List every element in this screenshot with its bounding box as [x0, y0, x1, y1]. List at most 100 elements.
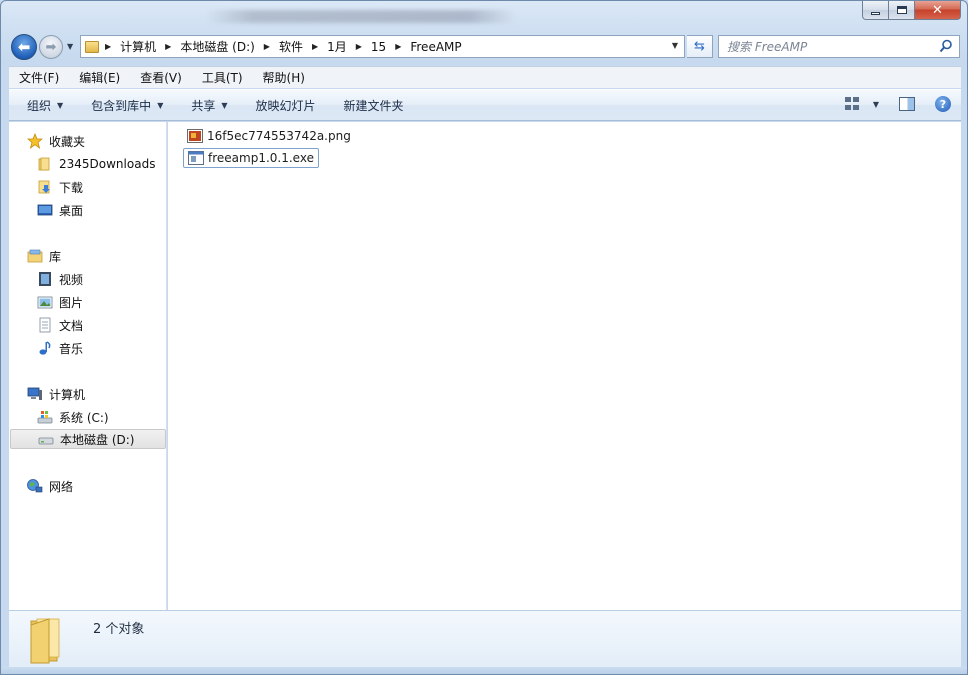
- explorer-window: ✕ ⬅ ➡ ▼ ▶ 计算机 ▶ 本地磁盘 (D:) ▶ 软件 ▶ 1月 ▶ 15…: [0, 0, 968, 675]
- sidebar-computer[interactable]: 计算机: [27, 384, 157, 404]
- include-in-library-label: 包含到库中: [91, 98, 152, 113]
- new-folder-button[interactable]: 新建文件夹: [330, 97, 418, 114]
- sidebar-network[interactable]: 网络: [27, 476, 157, 496]
- search-placeholder: 搜索 FreeAMP: [727, 40, 808, 54]
- sidebar-libraries-label: 库: [49, 249, 62, 264]
- sidebar-item-label: 2345Downloads: [59, 157, 156, 171]
- navigation-pane: 收藏夹 2345Downloads 下载 桌面 库 视频 图片 文档 音乐 计算…: [9, 122, 167, 610]
- slideshow-button[interactable]: 放映幻灯片: [242, 97, 330, 114]
- toolbar-right-group: ▼ ?: [844, 96, 951, 112]
- menu-help[interactable]: 帮助(H): [253, 69, 315, 86]
- organize-button[interactable]: 组织 ▼: [9, 97, 77, 114]
- search-icon[interactable]: [939, 39, 953, 53]
- include-in-library-button[interactable]: 包含到库中 ▼: [77, 97, 177, 114]
- breadcrumb-separator-icon[interactable]: ▶: [312, 42, 318, 51]
- folder-icon: [30, 618, 60, 664]
- share-button[interactable]: 共享 ▼: [177, 97, 241, 114]
- breadcrumb-drive-d[interactable]: 本地磁盘 (D:): [180, 38, 254, 55]
- file-name: 16f5ec774553742a.png: [207, 129, 351, 143]
- close-button[interactable]: ✕: [915, 1, 961, 20]
- documents-icon: [37, 317, 53, 333]
- minimize-button[interactable]: [862, 1, 889, 20]
- close-icon: ✕: [932, 2, 943, 18]
- network-icon: [27, 478, 43, 494]
- system-drive-icon: [37, 409, 53, 425]
- breadcrumb-separator-icon[interactable]: ▶: [264, 42, 270, 51]
- refresh-icon: ⇆: [694, 39, 705, 54]
- list-item[interactable]: freeamp1.0.1.exe: [183, 148, 319, 168]
- menu-view[interactable]: 查看(V): [130, 69, 192, 86]
- sidebar-item-music[interactable]: 音乐: [37, 338, 165, 358]
- back-button[interactable]: ⬅: [11, 34, 37, 60]
- refresh-button[interactable]: ⇆: [687, 35, 713, 58]
- sidebar-computer-label: 计算机: [49, 387, 86, 402]
- sidebar-item-label: 下载: [59, 180, 84, 195]
- exe-app-icon: [188, 151, 204, 165]
- star-icon: [27, 133, 43, 149]
- music-note-icon: [37, 340, 53, 356]
- sidebar-item-documents[interactable]: 文档: [37, 315, 165, 335]
- window-bottom-border: [1, 667, 967, 674]
- breadcrumb-separator-icon[interactable]: ▶: [165, 42, 171, 51]
- organize-label: 组织: [27, 98, 52, 113]
- item-count: 2 个对象: [93, 622, 145, 637]
- sidebar-item-label: 视频: [59, 272, 84, 287]
- breadcrumb-computer[interactable]: 计算机: [120, 38, 156, 55]
- sidebar-item-downloads[interactable]: 下载: [37, 177, 165, 197]
- downloads-folder-icon: [37, 179, 53, 195]
- breadcrumb-software[interactable]: 软件: [279, 38, 303, 55]
- folder-icon: [37, 156, 53, 172]
- sidebar-item-label: 文档: [59, 318, 84, 333]
- search-box[interactable]: 搜索 FreeAMP: [718, 35, 960, 58]
- sidebar-item-videos[interactable]: 视频: [37, 269, 165, 289]
- file-name: freeamp1.0.1.exe: [208, 151, 314, 165]
- details-pane: 2 个对象: [9, 610, 961, 667]
- list-item[interactable]: 16f5ec774553742a.png: [183, 126, 355, 146]
- sidebar-item-label: 本地磁盘 (D:): [60, 432, 135, 447]
- breadcrumb-separator-icon[interactable]: ▶: [356, 42, 362, 51]
- sidebar-item-local-disk-d[interactable]: 本地磁盘 (D:): [10, 429, 166, 449]
- share-label: 共享: [191, 98, 216, 113]
- png-image-icon: [187, 129, 203, 143]
- forward-button[interactable]: ➡: [39, 35, 63, 59]
- menu-tools[interactable]: 工具(T): [192, 69, 253, 86]
- sidebar-favorites-label: 收藏夹: [49, 134, 86, 149]
- view-options-chevron-icon[interactable]: ▼: [873, 100, 879, 109]
- change-view-icon[interactable]: [844, 97, 861, 111]
- desktop-icon: [37, 202, 53, 218]
- new-folder-label: 新建文件夹: [343, 98, 404, 113]
- breadcrumb-freeamp[interactable]: FreeAMP: [410, 40, 461, 54]
- recent-pages-dropdown[interactable]: ▼: [67, 42, 73, 51]
- maximize-button[interactable]: [889, 1, 915, 20]
- breadcrumb-separator-icon[interactable]: ▶: [105, 42, 111, 51]
- sidebar-item-2345downloads[interactable]: 2345Downloads: [37, 154, 165, 174]
- address-bar[interactable]: ▶ 计算机 ▶ 本地磁盘 (D:) ▶ 软件 ▶ 1月 ▶ 15 ▶ FreeA…: [80, 35, 685, 58]
- help-icon[interactable]: ?: [935, 96, 951, 112]
- breadcrumb-15[interactable]: 15: [371, 40, 386, 54]
- sidebar-item-pictures[interactable]: 图片: [37, 292, 165, 312]
- minimize-icon: [871, 12, 880, 15]
- file-list[interactable]: 16f5ec774553742a.png freeamp1.0.1.exe: [168, 122, 961, 610]
- back-arrow-icon: ⬅: [17, 38, 31, 56]
- slideshow-label: 放映幻灯片: [255, 98, 316, 113]
- window-controls: ✕: [862, 1, 961, 20]
- maximize-icon: [896, 6, 907, 14]
- sidebar-item-desktop[interactable]: 桌面: [37, 200, 165, 220]
- sidebar-network-label: 网络: [49, 479, 74, 494]
- preview-pane-icon[interactable]: [899, 97, 915, 111]
- address-history-dropdown-icon[interactable]: ▼: [672, 41, 678, 50]
- computer-icon: [27, 386, 43, 402]
- hard-drive-icon: [38, 431, 54, 447]
- breadcrumb-separator-icon[interactable]: ▶: [395, 42, 401, 51]
- sidebar-item-label: 系统 (C:): [59, 410, 109, 425]
- forward-arrow-icon: ➡: [45, 39, 57, 55]
- sidebar-libraries[interactable]: 库: [27, 246, 157, 266]
- breadcrumb-january[interactable]: 1月: [327, 38, 347, 55]
- sidebar-favorites[interactable]: 收藏夹: [27, 131, 157, 151]
- library-icon: [27, 248, 43, 264]
- video-icon: [37, 271, 53, 287]
- menu-edit[interactable]: 编辑(E): [69, 69, 130, 86]
- sidebar-item-system-c[interactable]: 系统 (C:): [37, 407, 165, 427]
- folder-icon: [85, 40, 99, 53]
- menu-file[interactable]: 文件(F): [9, 69, 69, 86]
